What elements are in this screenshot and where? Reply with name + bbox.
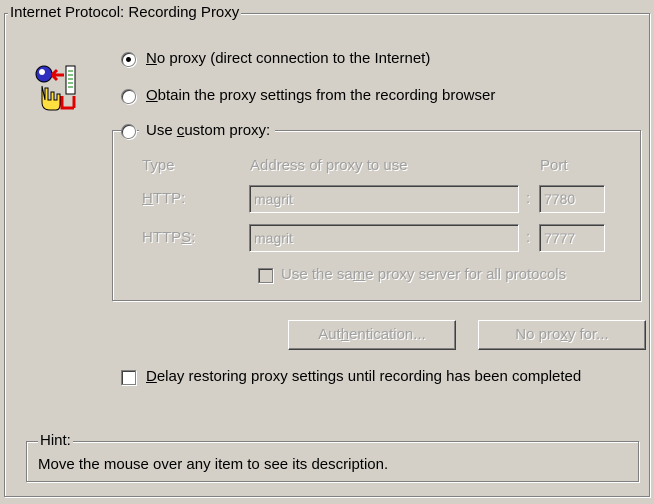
no-proxy-for-label-pre: No pro bbox=[515, 326, 561, 343]
authentication-button[interactable]: Authentication... bbox=[288, 320, 456, 350]
same-proxy-label-pre: Use the sa bbox=[281, 266, 353, 283]
obtain-proxy-radio[interactable] bbox=[121, 89, 136, 104]
custom-proxy-label[interactable]: Use custom proxy: bbox=[139, 122, 276, 140]
address-column-header: Address of proxy to use bbox=[250, 157, 408, 174]
authentication-label-post: entication... bbox=[349, 326, 426, 343]
no-proxy-label[interactable]: No proxy (direct connection to the Inter… bbox=[146, 50, 430, 68]
http-label: HTTP: bbox=[142, 190, 185, 208]
same-proxy-label[interactable]: Use the same proxy server for all protoc… bbox=[281, 266, 566, 284]
https-label-post: : bbox=[191, 229, 196, 246]
hint-text: Move the mouse over any item to see its … bbox=[38, 456, 389, 473]
port-column-header: Port bbox=[540, 157, 568, 174]
no-proxy-radio[interactable] bbox=[121, 52, 136, 67]
type-column-header: Type bbox=[142, 157, 175, 174]
https-accel: S bbox=[181, 229, 192, 246]
no-proxy-for-label-post: y for... bbox=[567, 326, 609, 343]
delay-restore-checkbox[interactable] bbox=[121, 370, 136, 385]
http-accel: H bbox=[142, 190, 153, 207]
no-proxy-for-button[interactable]: No proxy for... bbox=[478, 320, 646, 350]
https-port-separator: : bbox=[526, 229, 531, 246]
no-proxy-label-post: o proxy (direct connection to the Intern… bbox=[156, 50, 431, 67]
http-port-separator: : bbox=[526, 190, 531, 207]
same-proxy-checkbox[interactable] bbox=[258, 268, 273, 283]
http-port-input[interactable]: 7780 bbox=[539, 185, 605, 213]
obtain-proxy-accel: O bbox=[146, 87, 158, 104]
proxy-settings-icon bbox=[32, 62, 84, 114]
custom-proxy-radio[interactable] bbox=[121, 124, 136, 139]
no-proxy-for-accel: x bbox=[560, 326, 568, 343]
http-label-post: TTP: bbox=[152, 190, 186, 207]
https-port-input[interactable]: 7777 bbox=[539, 224, 605, 252]
custom-proxy-label-post: ustom proxy: bbox=[184, 122, 271, 139]
hint-title: Hint: bbox=[38, 432, 73, 450]
same-proxy-accel: m bbox=[352, 266, 366, 283]
https-address-input[interactable]: magrit bbox=[249, 224, 519, 252]
delay-restore-accel: D bbox=[146, 368, 157, 385]
authentication-label-pre: Aut bbox=[318, 326, 341, 343]
same-proxy-label-post: e proxy server for all protocols bbox=[365, 266, 567, 283]
https-label: HTTPS: bbox=[142, 229, 195, 247]
http-address-input[interactable]: magrit bbox=[249, 185, 519, 213]
recording-proxy-group-title: Internet Protocol: Recording Proxy bbox=[8, 4, 242, 22]
obtain-proxy-label[interactable]: Obtain the proxy settings from the recor… bbox=[146, 87, 495, 105]
custom-proxy-label-pre: Use bbox=[146, 122, 177, 139]
delay-restore-label[interactable]: Delay restoring proxy settings until rec… bbox=[146, 368, 581, 386]
authentication-accel: h bbox=[340, 326, 350, 343]
no-proxy-accel: N bbox=[146, 50, 157, 67]
obtain-proxy-label-post: btain the proxy settings from the record… bbox=[157, 87, 496, 104]
delay-restore-label-post: elay restoring proxy settings until reco… bbox=[156, 368, 582, 385]
https-label-pre: HTTP bbox=[142, 229, 182, 246]
